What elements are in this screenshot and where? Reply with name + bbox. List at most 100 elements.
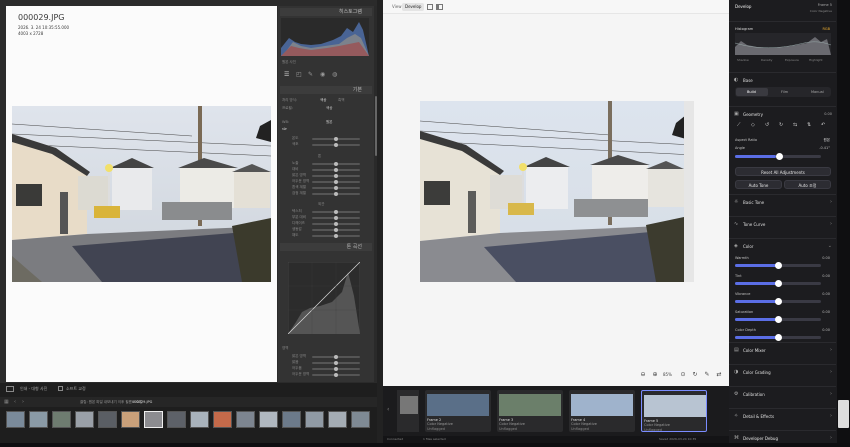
tab-develop[interactable]: Develop xyxy=(402,3,425,11)
color-slider[interactable] xyxy=(735,262,821,269)
auto-tone-button[interactable]: Auto Tone xyxy=(735,180,782,189)
zoom-out-icon[interactable]: ⊖ xyxy=(639,371,647,379)
adjust-slider[interactable] xyxy=(312,174,360,178)
filmstrip-thumbnail[interactable] xyxy=(98,411,117,428)
filmstrip-thumbnail[interactable] xyxy=(75,411,94,428)
compare-view-icon[interactable] xyxy=(436,4,443,10)
flip-v-icon[interactable]: ⇅ xyxy=(807,122,811,128)
filmstrip-thumbnail[interactable] xyxy=(144,411,163,428)
slider-knob[interactable] xyxy=(334,143,338,147)
rotate-right-icon[interactable]: ↻ xyxy=(779,122,783,128)
loupe-view-icon[interactable] xyxy=(6,386,14,392)
tone-curve-header[interactable]: 톤 곡선 xyxy=(280,243,372,251)
filmstrip-frame[interactable]: Frame 4 Color Negative Unflagged xyxy=(569,390,635,432)
color-slider[interactable] xyxy=(735,280,821,287)
panel-section[interactable]: ⚙ Calibration › xyxy=(729,386,836,403)
filmstrip-thumbnail[interactable] xyxy=(6,411,25,428)
adjust-slider[interactable] xyxy=(312,192,360,196)
filmstrip-thumbnail[interactable] xyxy=(52,411,71,428)
region-slider[interactable] xyxy=(312,373,360,377)
slider-knob[interactable] xyxy=(334,228,338,232)
slider-knob[interactable] xyxy=(334,174,338,178)
filmstrip-thumbnail[interactable] xyxy=(259,411,278,428)
edit-icon[interactable]: ✎ xyxy=(703,371,711,379)
filmstrip-frame[interactable]: Frame 3 Color Negative Unflagged xyxy=(497,390,563,432)
prev-icon[interactable]: ‹ xyxy=(14,399,16,405)
base-tab-manual[interactable]: Manual xyxy=(811,90,824,94)
adjust-slider[interactable] xyxy=(312,210,360,214)
softproof-checkbox[interactable] xyxy=(58,386,63,391)
single-view-icon[interactable] xyxy=(427,4,433,10)
adjust-slider[interactable] xyxy=(312,216,360,220)
color-slider[interactable] xyxy=(735,316,821,323)
wb-select[interactable]: 원본 xyxy=(326,120,332,125)
auto-all-button[interactable]: Auto 조정 xyxy=(784,180,831,189)
reset-geom-icon[interactable]: ↶ xyxy=(821,122,825,128)
rotate-icon[interactable]: ↻ xyxy=(691,371,699,379)
slider-knob[interactable] xyxy=(334,210,338,214)
slider-knob[interactable] xyxy=(774,280,782,287)
filmstrip-prev-icon[interactable]: ‹ xyxy=(387,406,389,413)
slider-knob[interactable] xyxy=(334,216,338,220)
histogram-header[interactable]: 히스토그램 xyxy=(280,8,372,16)
grid-icon[interactable]: ▦ xyxy=(4,399,9,405)
redeye-tool-icon[interactable]: ◉ xyxy=(320,71,325,78)
crop-icon[interactable]: ⟋ xyxy=(737,122,741,128)
mask-tool-icon[interactable]: ◍ xyxy=(332,71,337,78)
region-slider[interactable] xyxy=(312,355,360,359)
base-tab-film[interactable]: Film xyxy=(781,90,788,94)
treatment-color-option[interactable]: 색상 xyxy=(320,98,326,103)
slider-knob[interactable] xyxy=(774,334,782,341)
straighten-icon[interactable]: ◇ xyxy=(751,122,755,128)
panel-section[interactable]: ▤ Color Mixer › xyxy=(729,342,836,359)
panel-section[interactable]: ⌘ Developer Debug › xyxy=(729,430,836,447)
preview-thumb[interactable] xyxy=(838,400,849,428)
slider-knob[interactable] xyxy=(334,137,338,141)
slider-knob[interactable] xyxy=(334,222,338,226)
adjust-slider[interactable] xyxy=(312,143,360,147)
region-slider[interactable] xyxy=(312,367,360,371)
heal-tool-icon[interactable]: ✎ xyxy=(308,71,313,78)
panel-section[interactable]: ✧ Detail & Effects › xyxy=(729,408,836,425)
fit-icon[interactable]: ⊙ xyxy=(679,371,687,379)
filmstrip-thumbnail[interactable] xyxy=(190,411,209,428)
adjust-slider[interactable] xyxy=(312,168,360,172)
filmstrip-thumbnail[interactable] xyxy=(305,411,324,428)
slider-knob[interactable] xyxy=(334,162,338,166)
grid-tool-icon[interactable]: ☰ xyxy=(284,71,289,78)
slider-knob[interactable] xyxy=(334,180,338,184)
filmstrip-frame[interactable]: Frame 5 Color Negative Unflagged xyxy=(641,390,707,432)
next-icon[interactable]: › xyxy=(22,399,24,405)
slider-knob[interactable] xyxy=(334,168,338,172)
filmstrip-frame[interactable]: Frame 2 Color Negative Unflagged xyxy=(425,390,491,432)
profile-select[interactable]: 색상 xyxy=(326,106,332,111)
section-color[interactable]: ◈ Color ⌄ xyxy=(729,238,836,255)
slider-knob[interactable] xyxy=(334,234,338,238)
crop-tool-icon[interactable]: ◰ xyxy=(296,71,302,78)
filmstrip-thumbnail[interactable] xyxy=(121,411,140,428)
treatment-bw-option[interactable]: 흑백 xyxy=(338,98,344,103)
filmstrip-thumbnail[interactable] xyxy=(167,411,186,428)
frame-thumb-partial[interactable] xyxy=(397,390,419,432)
section-tone-curve[interactable]: ∿ Tone Curve › xyxy=(729,216,836,233)
adjust-slider[interactable] xyxy=(312,222,360,226)
tone-curve-graph[interactable] xyxy=(288,262,360,334)
zoom-level[interactable]: 85% xyxy=(663,372,672,377)
zoom-in-icon[interactable]: ⊕ xyxy=(651,371,659,379)
basic-header[interactable]: 기본 xyxy=(280,86,372,94)
filmstrip-thumbnail[interactable] xyxy=(236,411,255,428)
adjust-slider[interactable] xyxy=(312,186,360,190)
slider-knob[interactable] xyxy=(774,316,782,323)
section-basic-tone[interactable]: ☼ Basic Tone › xyxy=(729,194,836,211)
histogram-mode[interactable]: RGB xyxy=(822,27,830,31)
adjust-slider[interactable] xyxy=(312,162,360,166)
slider-knob[interactable] xyxy=(774,298,782,305)
reset-all-button[interactable]: Reset All Adjustments xyxy=(735,167,831,176)
geometry-section[interactable]: ▣ Geometry 0.00 xyxy=(729,106,836,123)
slider-knob[interactable] xyxy=(334,355,338,359)
filmstrip-thumbnail[interactable] xyxy=(213,411,232,428)
filmstrip-thumbnail[interactable] xyxy=(351,411,370,428)
region-slider[interactable] xyxy=(312,361,360,365)
wb-picker-icon[interactable]: ✑ xyxy=(282,126,287,133)
flip-h-icon[interactable]: ⇆ xyxy=(793,122,797,128)
